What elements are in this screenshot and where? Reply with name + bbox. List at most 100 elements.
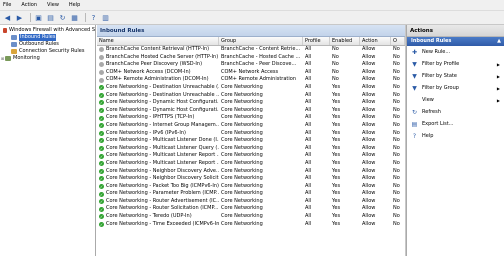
- rule-name-cell: ✓ Core Networking - Router Solicitation (…: [97, 205, 219, 213]
- action-filter-by-state[interactable]: ▼ Filter by State ▶: [407, 70, 504, 82]
- table-row[interactable]: ✓ Core Networking - Destination Unreachab…: [97, 92, 405, 100]
- table-row[interactable]: ✓ Core Networking - Destination Unreachab…: [97, 84, 405, 92]
- collapse-arrow-icon[interactable]: ▲: [497, 37, 501, 46]
- column-name[interactable]: Name: [97, 37, 219, 45]
- rule-name-text: Core Networking - Multicast Listener Que…: [106, 144, 219, 151]
- table-row[interactable]: ✓ Core Networking - Router Solicitation (…: [97, 205, 405, 213]
- rule-override-cell: No: [393, 175, 400, 182]
- table-row[interactable]: ✓ Core Networking - Dynamic Host Configur…: [97, 99, 405, 107]
- action-new-rule[interactable]: ✚ New Rule...: [407, 46, 504, 58]
- export-list-icon: ▤: [411, 120, 418, 128]
- rule-name-cell: ✓ Core Networking - Multicast Listener Re…: [97, 160, 219, 168]
- rule-override-cell: No: [393, 144, 400, 151]
- rule-name-text: Core Networking - Dynamic Host Configura…: [106, 99, 219, 106]
- rule-name-text: Core Networking - Multicast Listener Don…: [106, 137, 219, 144]
- rule-profile-cell: All: [305, 61, 312, 68]
- table-row[interactable]: COM+ Remote Administration (DCOM-In) COM+…: [97, 76, 405, 84]
- table-row[interactable]: ✓ Core Networking - Router Advertisement …: [97, 198, 405, 206]
- rule-override-cell: No: [393, 205, 400, 212]
- rule-name-text: Core Networking - Router Solicitation (I…: [106, 205, 219, 212]
- rule-profile-cell: All: [305, 220, 312, 227]
- action-view[interactable]: View ▶: [407, 94, 504, 106]
- rule-profile-cell: All: [305, 68, 312, 75]
- column-header-row: Name Group Profile Enabled Action O: [97, 37, 405, 46]
- menu-action[interactable]: Action: [21, 2, 37, 8]
- column-enabled[interactable]: Enabled: [330, 37, 360, 45]
- refresh-icon: ↻: [411, 108, 418, 116]
- action-filter-by-profile[interactable]: ▼ Filter by Profile ▶: [407, 58, 504, 70]
- table-row[interactable]: ✓ Core Networking - Packet Too Big (ICMPv…: [97, 183, 405, 191]
- rule-profile-cell: All: [305, 205, 312, 212]
- table-row[interactable]: ✓ Core Networking - IPv6 (IPv6-In) Core Ne…: [97, 130, 405, 138]
- outbound-rules-icon: [11, 42, 17, 47]
- filter-icon: ▼: [412, 72, 417, 80]
- table-row[interactable]: ✓ Core Networking - Neighbor Discovery Ad…: [97, 168, 405, 176]
- rule-name-cell: ✓ Core Networking - Parameter Problem (IC…: [97, 190, 219, 198]
- rule-override-cell: No: [393, 167, 400, 174]
- table-row[interactable]: BranchCache Hosted Cache Server (HTTP-In…: [97, 54, 405, 62]
- menu-view[interactable]: View: [47, 2, 59, 8]
- table-row[interactable]: ✓ Core Networking - Parameter Problem (IC…: [97, 190, 405, 198]
- help-icon[interactable]: ?: [89, 13, 98, 22]
- column-profile[interactable]: Profile: [303, 37, 330, 45]
- table-row[interactable]: ✓ Core Networking - Time Exceeded (ICMPv6…: [97, 221, 405, 229]
- rule-group-cell: Core Networking: [221, 83, 263, 90]
- table-row[interactable]: BranchCache Content Retrieval (HTTP-In) B…: [97, 46, 405, 54]
- enabled-rule-icon: ✓: [99, 191, 104, 197]
- rule-override-cell: No: [393, 220, 400, 227]
- tree-root[interactable]: Windows Firewall with Advanced S: [0, 27, 95, 34]
- table-row[interactable]: ✓ Core Networking - IPHTTPS (TCP-In) Core …: [97, 114, 405, 122]
- action-export-list[interactable]: ▤ Export List...: [407, 118, 504, 130]
- action-label: Export List...: [422, 121, 454, 127]
- menu-file[interactable]: File: [3, 2, 11, 8]
- rule-enabled-cell: Yes: [332, 99, 341, 106]
- actions-section-header[interactable]: Inbound Rules ▲: [407, 37, 504, 46]
- rule-group-cell: Core Networking: [221, 152, 263, 159]
- action-help[interactable]: ? Help: [407, 130, 504, 142]
- back-arrow-icon[interactable]: ◀: [3, 13, 12, 22]
- show-hide-tree-icon[interactable]: ▤: [46, 13, 55, 22]
- disabled-rule-icon: [99, 54, 104, 60]
- refresh-icon[interactable]: ↻: [58, 13, 67, 22]
- table-row[interactable]: ✓ Core Networking - Internet Group Manage…: [97, 122, 405, 130]
- tree-item-outbound-rules[interactable]: Outbound Rules: [0, 41, 95, 48]
- table-row[interactable]: ✓ Core Networking - Teredo (UDP-In) Core N…: [97, 213, 405, 221]
- table-row[interactable]: ✓ Core Networking - Multicast Listener Re…: [97, 152, 405, 160]
- export-list-icon[interactable]: ▦: [70, 13, 79, 22]
- table-row[interactable]: BranchCache Peer Discovery (WSD-In) Branc…: [97, 61, 405, 69]
- table-row[interactable]: ✓ Core Networking - Multicast Listener Re…: [97, 160, 405, 168]
- column-action[interactable]: Action: [360, 37, 391, 45]
- tree-item-connection-security-rules[interactable]: Connection Security Rules: [0, 48, 95, 55]
- rule-action-cell: Allow: [362, 167, 376, 174]
- properties-icon[interactable]: ▥: [101, 13, 110, 22]
- enabled-rule-icon: ✓: [99, 214, 104, 220]
- rule-override-cell: No: [393, 152, 400, 159]
- rule-enabled-cell: Yes: [332, 83, 341, 90]
- table-row[interactable]: COM+ Network Access (DCOM-In) COM+ Networ…: [97, 69, 405, 77]
- tree-item-monitoring[interactable]: ⊞ Monitoring: [0, 55, 95, 62]
- disabled-rule-icon: [99, 62, 104, 68]
- forward-arrow-icon[interactable]: ▶: [15, 13, 24, 22]
- rule-name-cell: ✓ Core Networking - Destination Unreachab…: [97, 84, 219, 92]
- table-row[interactable]: ✓ Core Networking - Neighbor Discovery So…: [97, 175, 405, 183]
- enabled-rule-icon: ✓: [99, 153, 104, 159]
- action-refresh[interactable]: ↻ Refresh: [407, 106, 504, 118]
- rule-override-cell: No: [393, 106, 400, 113]
- column-override[interactable]: O: [391, 37, 405, 45]
- action-filter-by-group[interactable]: ▼ Filter by Group ▶: [407, 82, 504, 94]
- tree-item-inbound-rules[interactable]: Inbound Rules: [0, 34, 95, 41]
- rule-override-cell: No: [393, 76, 400, 83]
- rule-name-text: Core Networking - Neighbor Discovery Sol…: [106, 175, 219, 182]
- column-group[interactable]: Group: [219, 37, 303, 45]
- up-folder-icon[interactable]: ▣: [34, 13, 43, 22]
- rule-group-cell: COM+ Remote Administration: [221, 76, 296, 83]
- table-row[interactable]: ✓ Core Networking - Multicast Listener Do…: [97, 137, 405, 145]
- table-row[interactable]: ✓ Core Networking - Multicast Listener Qu…: [97, 145, 405, 153]
- rule-enabled-cell: Yes: [332, 121, 341, 128]
- rule-group-cell: Core Networking: [221, 190, 263, 197]
- rule-name-cell: BranchCache Hosted Cache Server (HTTP-In…: [97, 54, 219, 62]
- rule-action-cell: Allow: [362, 46, 376, 52]
- table-row[interactable]: ✓ Core Networking - Dynamic Host Configur…: [97, 107, 405, 115]
- rule-group-cell: Core Networking: [221, 114, 263, 121]
- menu-help[interactable]: Help: [69, 2, 80, 8]
